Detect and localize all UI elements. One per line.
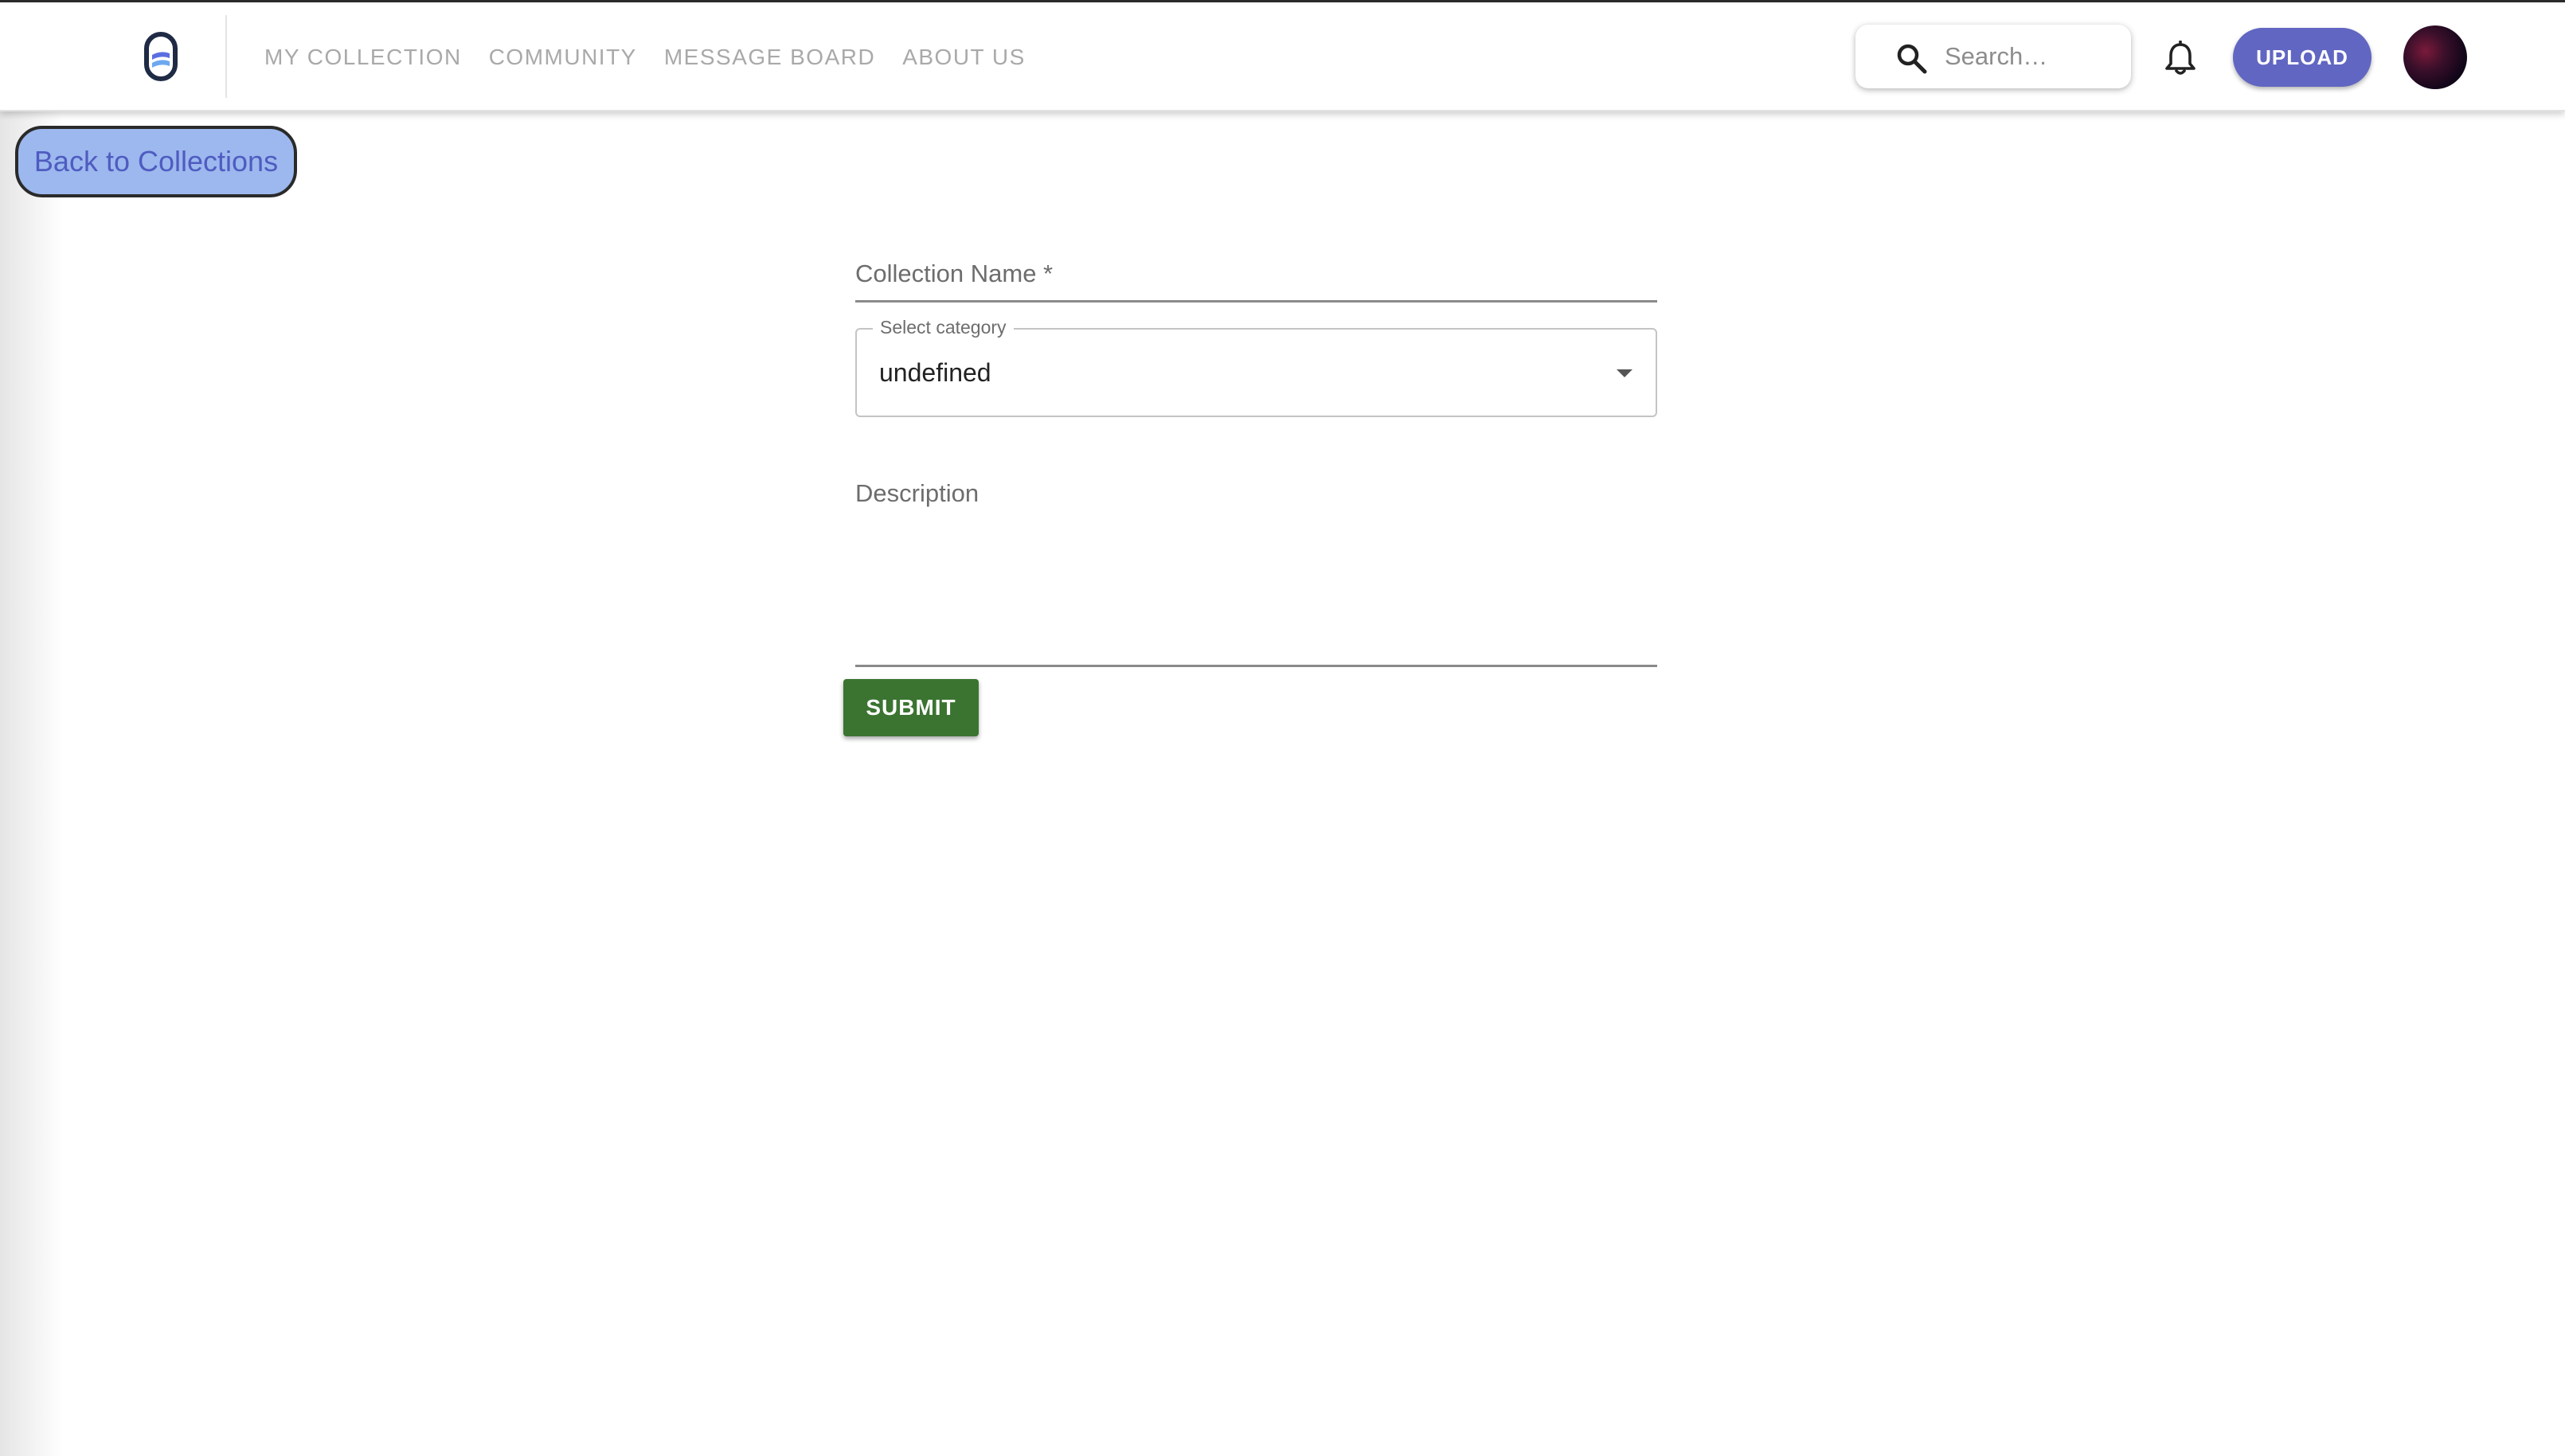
collection-name-input[interactable] xyxy=(855,253,1657,300)
search-input[interactable] xyxy=(1945,36,2112,77)
page-edge-shadow xyxy=(0,111,64,1456)
nav-item-community[interactable]: COMMUNITY xyxy=(489,45,637,70)
search-icon xyxy=(1897,44,1927,74)
description-label: Description xyxy=(855,479,979,507)
top-app-bar: MY COLLECTION COMMUNITY MESSAGE BOARD AB… xyxy=(0,2,2565,111)
logo-icon[interactable] xyxy=(142,31,180,82)
collection-name-field[interactable]: Collection Name * xyxy=(855,253,1657,303)
main-nav: MY COLLECTION COMMUNITY MESSAGE BOARD AB… xyxy=(264,2,1026,111)
avatar[interactable] xyxy=(2403,25,2467,89)
category-select-value: undefined xyxy=(879,358,991,387)
submit-button[interactable]: SUBMIT xyxy=(843,679,979,736)
category-select[interactable]: Select category undefined xyxy=(855,317,1657,417)
bell-icon[interactable] xyxy=(2163,41,2198,77)
description-field[interactable]: Description xyxy=(855,465,1657,667)
dropdown-arrow-icon[interactable] xyxy=(1615,368,1634,379)
nav-item-about-us[interactable]: ABOUT US xyxy=(902,45,1026,70)
nav-item-message-board[interactable]: MESSAGE BOARD xyxy=(664,45,875,70)
category-select-label: Select category xyxy=(873,317,1014,338)
search-box[interactable] xyxy=(1855,25,2131,88)
upload-button[interactable]: UPLOAD xyxy=(2233,28,2371,87)
header-divider xyxy=(225,15,227,98)
nav-item-my-collection[interactable]: MY COLLECTION xyxy=(264,45,462,70)
back-to-collections-button[interactable]: Back to Collections xyxy=(15,126,297,197)
